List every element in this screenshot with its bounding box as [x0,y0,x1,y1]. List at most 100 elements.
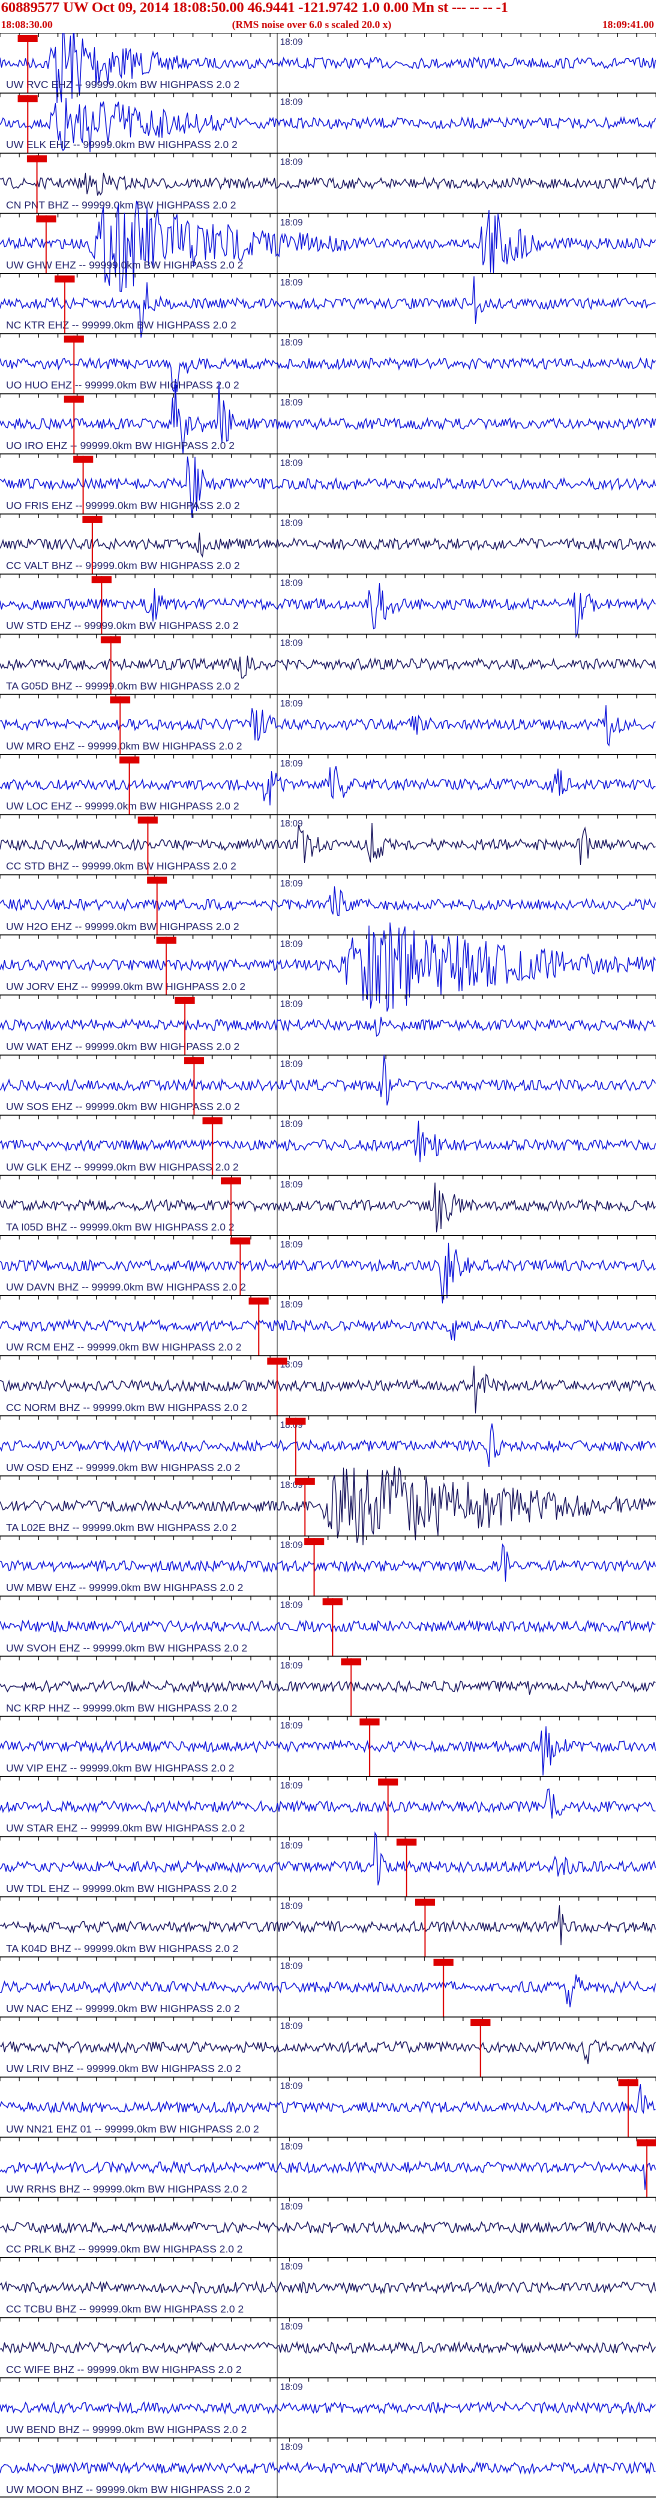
station-label: UW ELK EHZ -- 99999.0km BW HIGHPASS 2.0 … [6,139,238,151]
station-label: UW RCM EHZ -- 99999.0km BW HIGHPASS 2.0 … [6,1342,242,1354]
minute-label: 18:09 [280,578,303,588]
station-label: UW STD EHZ -- 99999.0km BW HIGHPASS 2.0 … [6,620,239,632]
station-label: UW GLK EHZ -- 99999.0km BW HIGHPASS 2.0 … [6,1161,239,1173]
event-title: 60889577 UW Oct 09, 2014 18:08:50.00 46.… [1,0,509,16]
minute-label: 18:09 [280,277,303,287]
waveform-trace [0,1788,656,1819]
minute-label: 18:09 [280,37,303,47]
minute-label: 18:09 [280,1901,303,1911]
waveform-trace [0,1054,656,1106]
minute-label: 18:09 [280,1961,303,1971]
minute-label: 18:09 [280,2382,303,2392]
end-time: 18:09:41.00 [602,20,654,31]
minute-label: 18:09 [280,157,303,167]
station-label: UO HUO EHZ -- 99999.0km BW HIGHPASS 2.0 … [6,380,239,392]
waveform-trace [0,2400,656,2415]
station-label: TA K04D BHZ -- 99999.0km BW HIGHPASS 2.0… [6,1943,239,1955]
waveform-trace [0,1543,656,1582]
waveform-trace [0,1423,656,1468]
waveform-trace [0,2220,656,2235]
waveform-trace [0,1679,656,1695]
minute-label: 18:09 [280,638,303,648]
station-label: UW SVOH EHZ -- 99999.0km BW HIGHPASS 2.0… [6,1642,248,1654]
minute-label: 18:09 [280,1600,303,1610]
minute-label: 18:09 [280,2262,303,2272]
minute-label: 18:09 [280,2322,303,2332]
station-label: CC TCBU BHZ -- 99999.0km BW HIGHPASS 2.0… [6,2304,244,2316]
minute-label: 18:09 [280,698,303,708]
station-label: UW GHW EHZ -- 99999.0km BW HIGHPASS 2.0 … [6,259,243,271]
station-label: CC VALT BHZ -- 99999.0km BW HIGHPASS 2.0… [6,560,240,572]
minute-label: 18:09 [280,879,303,889]
seismogram-record-section: 18:09 UW RVC EHZ -- 99999.0km BW HIGHPASS… [0,33,656,2498]
station-label: CN PNT BHZ -- 99999.0km BW HIGHPASS 2.0 … [6,199,236,211]
station-label: UW WAT EHZ -- 99999.0km BW HIGHPASS 2.0 … [6,1041,240,1053]
waveform-trace [0,2460,656,2475]
waveform-trace [0,33,656,104]
station-label: UW JORV EHZ -- 99999.0km BW HIGHPASS 2.0… [6,981,246,993]
station-label: UO IRO EHZ -- 99999.0km BW HIGHPASS 2.0 … [6,440,235,452]
plot-header: 60889577 UW Oct 09, 2014 18:08:50.00 46.… [0,0,656,36]
minute-label: 18:09 [280,1300,303,1310]
station-label: UW MOON BHZ -- 99999.0km BW HIGHPASS 2.0… [6,2484,250,2496]
station-label: NC KTR EHZ -- 99999.0km BW HIGHPASS 2.0 … [6,320,236,332]
station-label: UW SOS EHZ -- 99999.0km BW HIGHPASS 2.0 … [6,1101,240,1113]
waveform-trace [0,1318,656,1341]
minute-label: 18:09 [280,1119,303,1129]
minute-label: 18:09 [280,217,303,227]
minute-label: 18:09 [280,1540,303,1550]
station-label: UW RRHS BHZ -- 99999.0km BW HIGHPASS 2.0… [6,2183,248,2195]
minute-label: 18:09 [280,2081,303,2091]
station-label: UO FRIS EHZ -- 99999.0km BW HIGHPASS 2.0… [6,500,240,512]
station-label: UW OSD EHZ -- 99999.0km BW HIGHPASS 2.0 … [6,1462,241,1474]
station-label: UW BEND BHZ -- 99999.0km BW HIGHPASS 2.0… [6,2424,247,2436]
station-label: UW STAR EHZ -- 99999.0km BW HIGHPASS 2.0… [6,1823,245,1835]
station-label: UW DAVN BHZ -- 99999.0km BW HIGHPASS 2.0… [6,1282,246,1294]
waveform-trace [0,1619,656,1634]
start-time: 18:08:30.00 [1,20,53,31]
station-label: CC WIFE BHZ -- 99999.0km BW HIGHPASS 2.0… [6,2364,242,2376]
station-label: TA L02E BHZ -- 99999.0km BW HIGHPASS 2.0… [6,1522,237,1534]
minute-label: 18:09 [280,1179,303,1189]
minute-label: 18:09 [280,97,303,107]
station-label: UW TDL EHZ -- 99999.0km BW HIGHPASS 2.0 … [6,1883,237,1895]
minute-label: 18:09 [280,758,303,768]
minute-label: 18:09 [280,398,303,408]
station-label: UW MRO EHZ -- 99999.0km BW HIGHPASS 2.0 … [6,740,242,752]
minute-label: 18:09 [280,939,303,949]
station-label: UW NAC EHZ -- 99999.0km BW HIGHPASS 2.0 … [6,2003,240,2015]
scaling-note: (RMS noise over 6.0 s scaled 20.0 x) [232,20,392,31]
waveform-trace [0,2340,656,2355]
station-label: UW VIP EHZ -- 99999.0km BW HIGHPASS 2.0 … [6,1763,235,1775]
waveform-trace [0,886,656,917]
minute-label: 18:09 [280,1239,303,1249]
waveform-trace [0,655,656,679]
station-label: CC NORM BHZ -- 99999.0km BW HIGHPASS 2.0… [6,1402,248,1414]
station-label: UW RVC EHZ -- 99999.0km BW HIGHPASS 2.0 … [6,79,240,91]
minute-label: 18:09 [280,1059,303,1069]
station-label: CC STD BHZ -- 99999.0km BW HIGHPASS 2.0 … [6,861,236,873]
waveform-trace [0,532,656,558]
waveform-trace [0,1905,656,1946]
waveform-trace [0,172,656,196]
minute-label: 18:09 [280,2201,303,2211]
station-label: UW LRIV BHZ -- 99999.0km BW HIGHPASS 2.0… [6,2063,241,2075]
minute-label: 18:09 [280,2442,303,2452]
minute-label: 18:09 [280,458,303,468]
waveform-trace [0,2084,656,2115]
waveform-trace [0,2039,656,2065]
minute-label: 18:09 [280,2021,303,2031]
minute-label: 18:09 [280,2141,303,2151]
station-label: UW MBW EHZ -- 99999.0km BW HIGHPASS 2.0 … [6,1582,243,1594]
minute-label: 18:09 [280,518,303,528]
station-label: NC KRP HHZ -- 99999.0km BW HIGHPASS 2.0 … [6,1702,237,1714]
minute-label: 18:09 [280,1720,303,1730]
minute-label: 18:09 [280,1660,303,1670]
station-label: UW NN21 EHZ 01 -- 99999.0km BW HIGHPASS … [6,2123,259,2135]
waveform-trace [0,822,656,866]
station-label: UW LOC EHZ -- 99999.0km BW HIGHPASS 2.0 … [6,801,239,813]
station-label: UW H2O EHZ -- 99999.0km BW HIGHPASS 2.0 … [6,921,239,933]
waveform-trace [0,1120,656,1163]
waveform-trace [0,2280,656,2295]
waveform-trace [0,705,656,747]
